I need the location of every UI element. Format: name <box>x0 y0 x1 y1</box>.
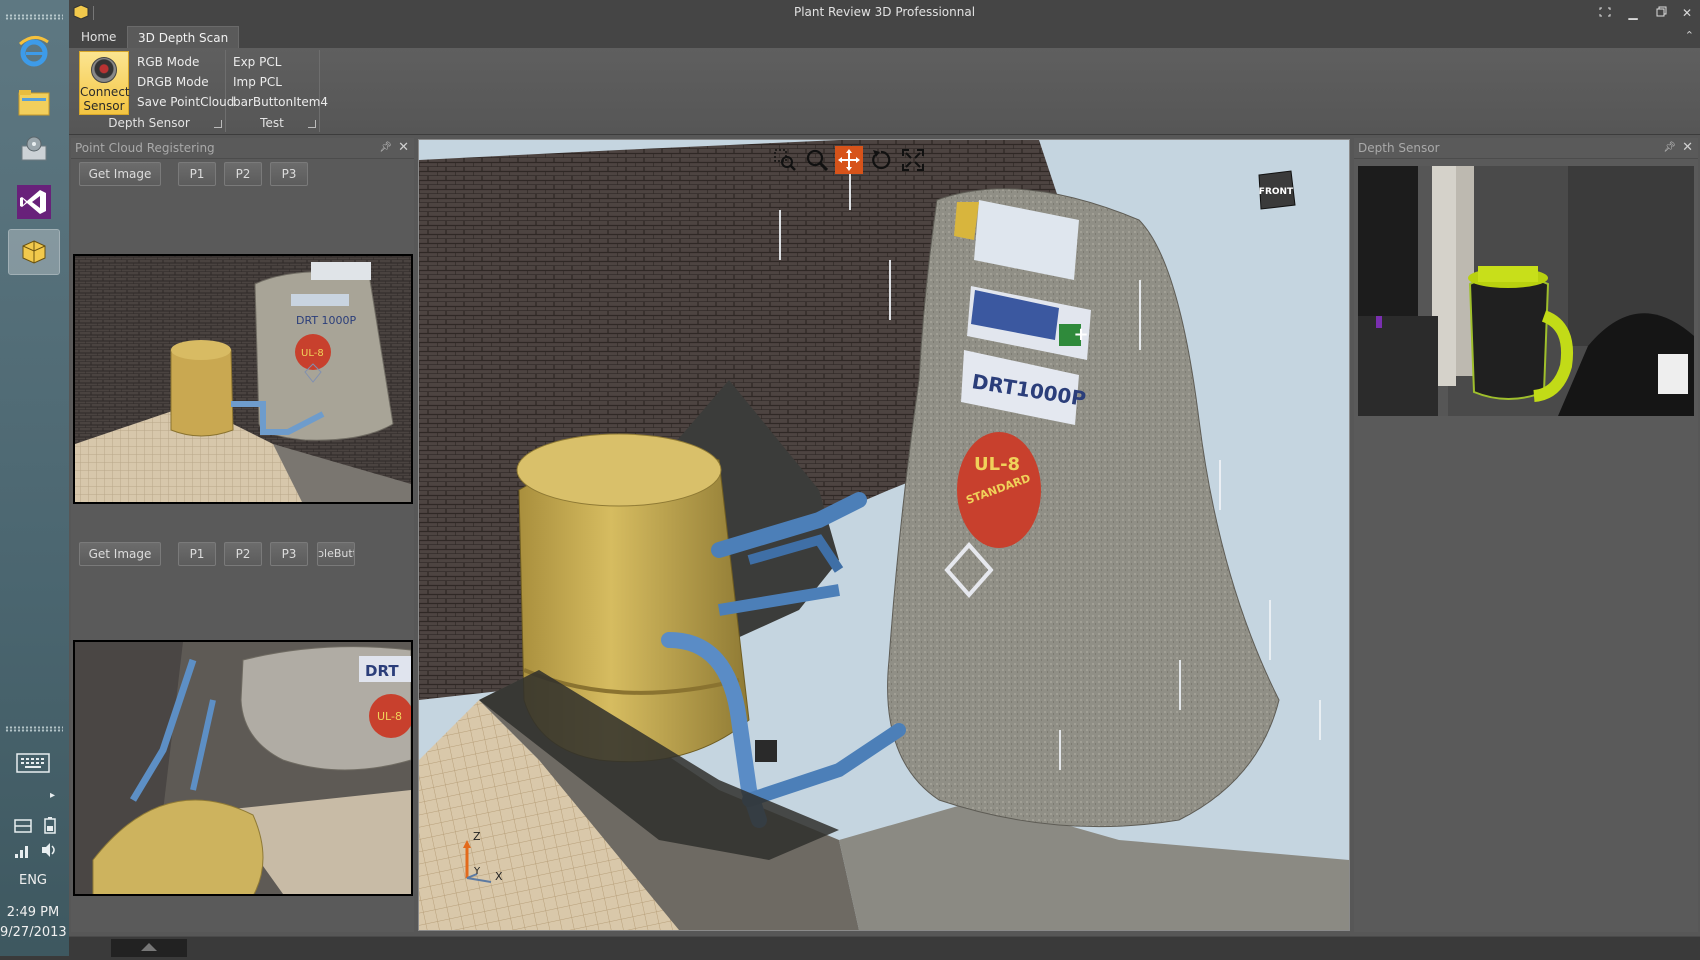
p1-button-1[interactable]: P1 <box>178 162 216 186</box>
point-cloud-registering-panel: Point Cloud Registering 📌︎ ✕ Get Image P… <box>71 138 415 932</box>
internet-explorer-icon[interactable] <box>9 30 59 74</box>
close-icon[interactable]: ✕ <box>1676 3 1698 23</box>
depth-sensor-live-view <box>1358 166 1694 416</box>
point-cloud-render[interactable]: + DRT1000P UL-8 STANDARD <box>419 140 1349 930</box>
clock-time[interactable]: 2:49 PM <box>0 905 66 920</box>
depth-sensor-panel: Depth Sensor 📌︎ ✕ <box>1354 138 1698 932</box>
pan-icon[interactable] <box>835 146 863 174</box>
disk-icon[interactable] <box>9 128 59 172</box>
rgb-capture-image-2: DRT UL-8 <box>71 638 415 898</box>
battery-icon[interactable] <box>42 816 58 838</box>
connect-sensor-label-line1: Connect <box>80 85 130 99</box>
fit-screen-icon[interactable] <box>899 146 927 174</box>
panel-pin-icon[interactable]: 📌︎ <box>1663 142 1676 153</box>
tab-3d-depth-scan[interactable]: 3D Depth Scan <box>127 26 240 49</box>
title-bar[interactable]: Plant Review 3D Professionnal ▁ ✕ <box>69 0 1700 26</box>
show-hidden-icons-chevron-icon[interactable]: ▸ <box>50 790 55 801</box>
plant-review-icon[interactable] <box>8 229 60 275</box>
minimize-icon[interactable]: ▁ <box>1622 3 1644 23</box>
taskbar-grip-bottom[interactable] <box>5 726 63 732</box>
ribbon-tab-bar: Home 3D Depth Scan ⌃ <box>69 26 1700 49</box>
network-icon[interactable] <box>14 843 30 863</box>
panel-close-icon[interactable]: ✕ <box>1682 140 1693 155</box>
ribbon-group-test: Exp PCL Imp PCL barButtonItem4 Test <box>225 50 328 132</box>
view-cube-label: FRONT <box>1259 187 1294 197</box>
panel-title-point-cloud-registering: Point Cloud Registering <box>71 138 414 159</box>
axis-z-label: Z <box>473 830 481 843</box>
zoom-icon[interactable] <box>803 146 831 174</box>
rotate-icon[interactable] <box>867 146 895 174</box>
p2-button-1[interactable]: P2 <box>224 162 262 186</box>
axis-y-label: Y <box>473 866 481 877</box>
point-cloud-3d-viewer[interactable]: + DRT1000P UL-8 STANDARD FRONT Z Y X <box>418 139 1350 931</box>
rgb-capture-image-1: DRT 1000P UL-8 <box>71 252 415 506</box>
save-pointcloud-button[interactable]: Save PointCloud <box>137 92 234 112</box>
keyboard-icon[interactable] <box>16 752 50 778</box>
exp-pcl-button[interactable]: Exp PCL <box>233 52 281 72</box>
document-tab-strip[interactable] <box>111 939 187 957</box>
view-cube[interactable]: FRONT <box>1255 169 1297 211</box>
p2-button-2[interactable]: P2 <box>224 542 262 566</box>
p1-button-2[interactable]: P1 <box>178 542 216 566</box>
thumb-tank-badge-text: UL-8 <box>301 348 324 359</box>
status-bar <box>69 936 1700 957</box>
sensor-lens-icon <box>91 57 117 83</box>
restore-icon[interactable] <box>1650 3 1672 23</box>
ribbon-collapse-icon[interactable]: ⌃ <box>1685 29 1694 42</box>
action-center-icon[interactable] <box>14 818 32 838</box>
axis-x-label: X <box>495 870 503 883</box>
get-image-button-2[interactable]: Get Image <box>79 542 161 566</box>
p3-button-1[interactable]: P3 <box>270 162 308 186</box>
connect-sensor-button[interactable]: Connect Sensor <box>79 51 130 115</box>
thumb2-brand-text: DRT <box>365 662 399 680</box>
thumb-tank-model-text: DRT 1000P <box>296 314 357 327</box>
ribbon: Connect Sensor RGB Mode DRGB Mode Save P… <box>69 48 1700 135</box>
svg-text:+: + <box>1073 324 1088 345</box>
volume-icon[interactable] <box>40 842 58 862</box>
panel-close-icon[interactable]: ✕ <box>398 140 409 155</box>
tab-home[interactable]: Home <box>71 26 126 48</box>
zoom-window-icon[interactable] <box>771 146 799 174</box>
window-title: Plant Review 3D Professionnal <box>793 5 976 19</box>
depth-sensor-dialog-launcher-icon[interactable] <box>214 120 222 128</box>
app-window: Plant Review 3D Professionnal ▁ ✕ Home 3… <box>69 0 1700 957</box>
p3-button-2[interactable]: P3 <box>270 542 308 566</box>
simple-button-truncated[interactable]: ɔleButt <box>317 542 355 566</box>
ribbon-group-label-test: Test <box>260 116 284 130</box>
panel-title-depth-sensor: Depth Sensor <box>1354 138 1698 159</box>
panel-pin-icon[interactable]: 📌︎ <box>379 142 392 153</box>
windows-taskbar: ▸ ENG 2:49 PM 9/27/2013 <box>0 0 70 956</box>
drgb-mode-button[interactable]: DRGB Mode <box>137 72 209 92</box>
ribbon-group-depth-sensor: Connect Sensor RGB Mode DRGB Mode Save P… <box>73 50 234 132</box>
ribbon-group-label-depth-sensor: Depth Sensor <box>108 116 190 130</box>
tank-badge-label: UL-8 <box>974 454 1020 475</box>
help-icon[interactable] <box>1594 3 1616 23</box>
test-dialog-launcher-icon[interactable] <box>308 120 316 128</box>
input-language[interactable]: ENG <box>0 873 66 888</box>
visual-studio-icon[interactable] <box>9 180 59 224</box>
imp-pcl-button[interactable]: Imp PCL <box>233 72 282 92</box>
get-image-button-1[interactable]: Get Image <box>79 162 161 186</box>
file-explorer-icon[interactable] <box>9 80 59 124</box>
connect-sensor-label-line2: Sensor <box>83 99 125 113</box>
clock-date[interactable]: 9/27/2013 <box>0 925 67 940</box>
thumb2-badge-text: UL-8 <box>377 710 402 723</box>
rgb-mode-button[interactable]: RGB Mode <box>137 52 199 72</box>
axis-triad: Z Y X <box>457 830 517 890</box>
bar-button-item4[interactable]: barButtonItem4 <box>233 92 328 112</box>
taskbar-grip-top[interactable] <box>5 14 63 20</box>
